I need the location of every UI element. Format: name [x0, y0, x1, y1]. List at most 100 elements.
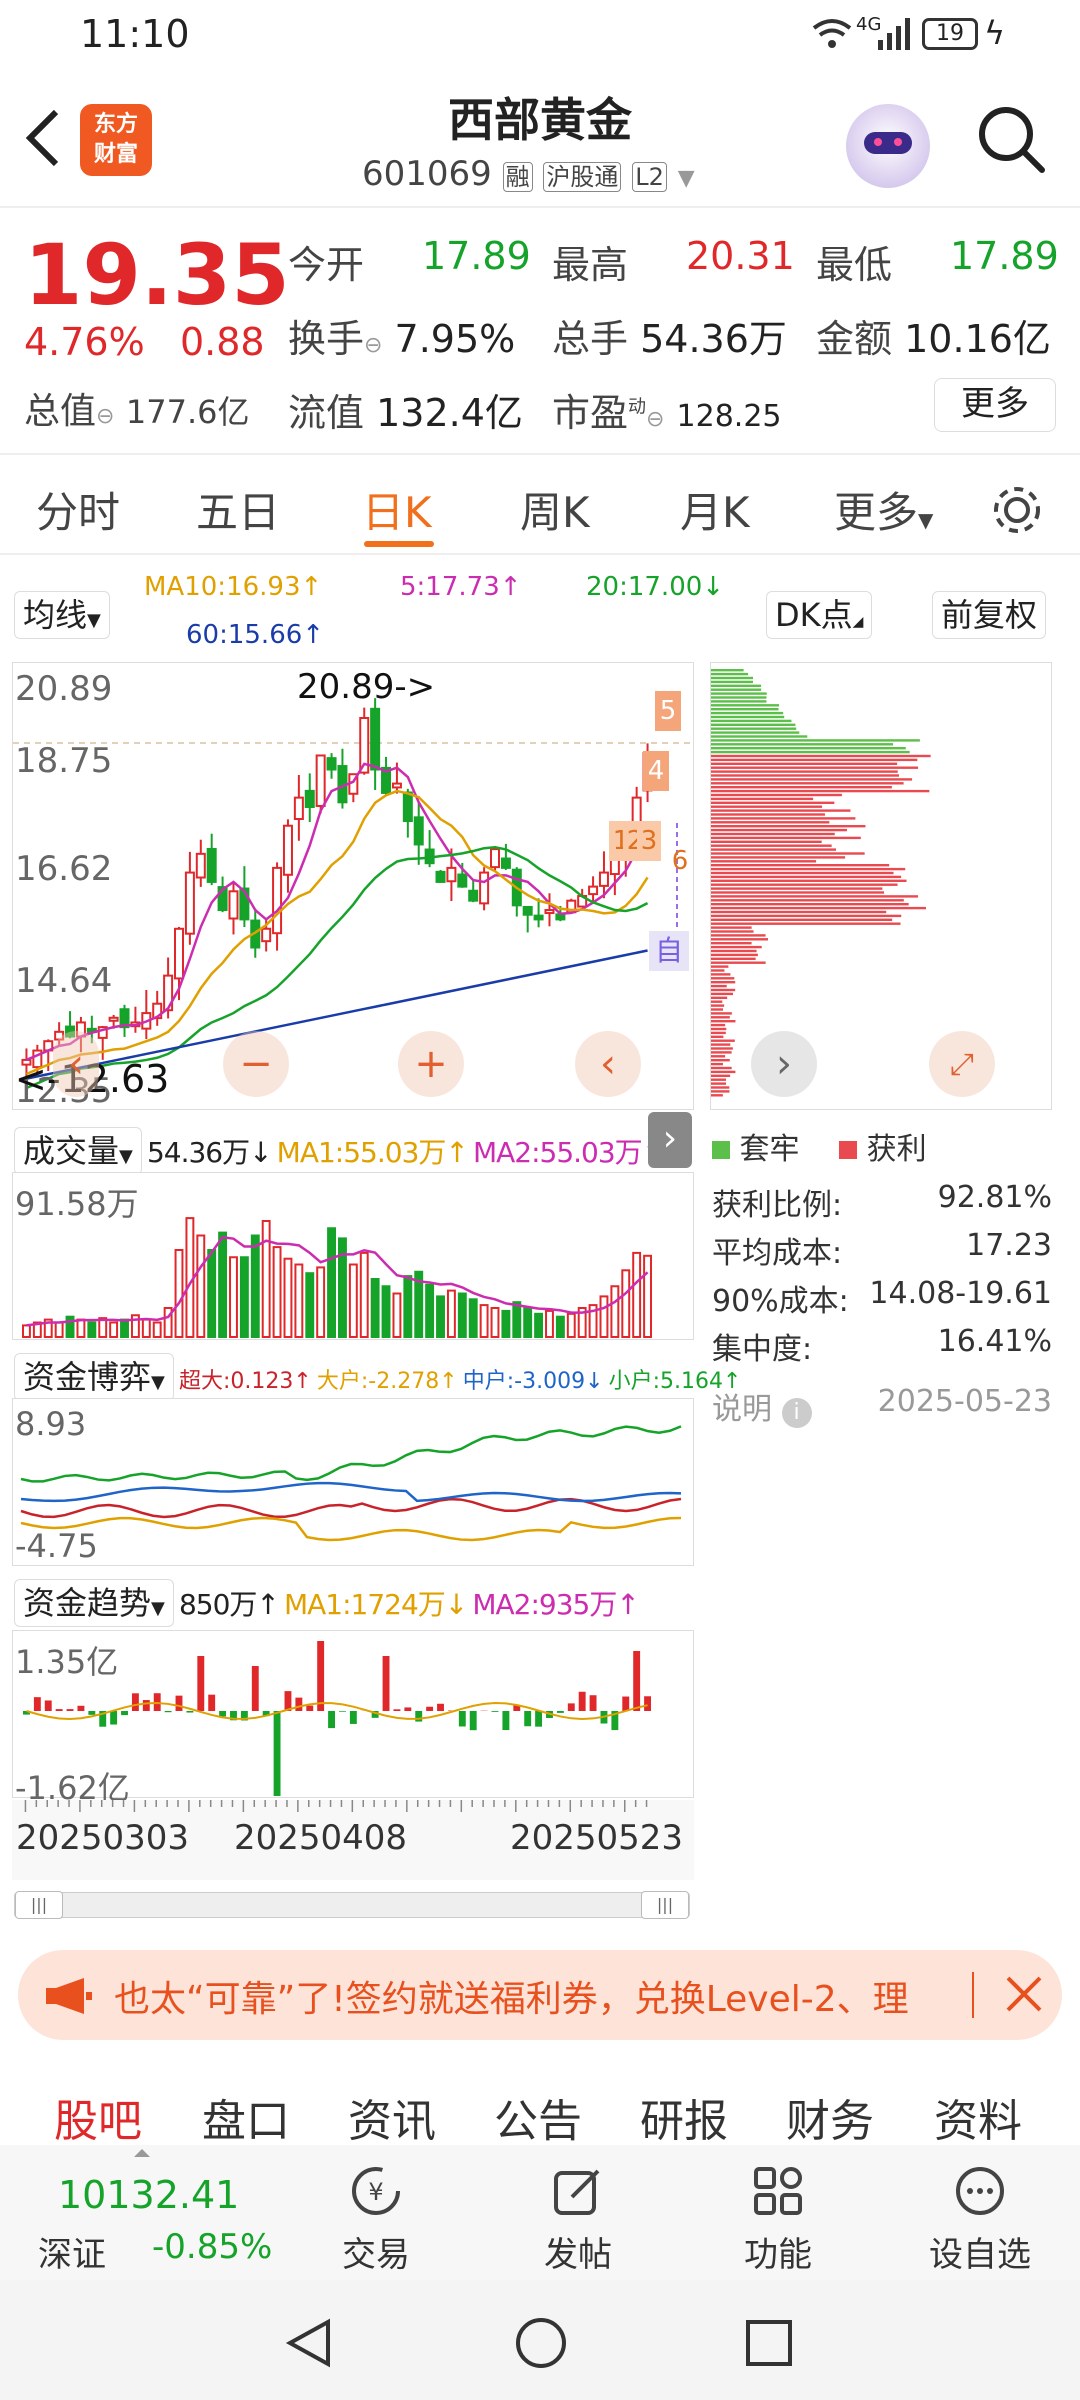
logo-line2: 财富	[93, 142, 138, 167]
volume-bar	[359, 1251, 369, 1338]
volume-bar	[457, 1292, 467, 1338]
dropdown-icon[interactable]: ▼	[678, 166, 695, 191]
expand-button[interactable]: ⤢	[929, 1031, 995, 1097]
volume-bar	[305, 1272, 315, 1338]
scroll-left-button[interactable]: ‹	[575, 1031, 641, 1097]
fund-game-button[interactable]: 资金博弈▼	[14, 1353, 174, 1401]
info-icon[interactable]: ⊖	[364, 333, 382, 358]
signal-badge-6[interactable]: 6	[669, 841, 691, 881]
chip-distribution-chart[interactable]: › ⤢	[710, 662, 1052, 1110]
trade-button[interactable]: ¥ 交易	[306, 2145, 446, 2280]
chip-bar	[711, 875, 902, 879]
tab-forum[interactable]: 股吧	[54, 2085, 142, 2149]
volume-bar	[501, 1309, 511, 1338]
chip-stat-label: 获利比例:	[712, 1188, 843, 1223]
ma-button[interactable]: 均线▼	[14, 591, 110, 639]
range-scrollbar[interactable]: ||| |||	[14, 1891, 690, 1919]
amount-label: 金额	[816, 317, 893, 361]
volume-indicator-button[interactable]: 成交量▼	[14, 1127, 142, 1175]
fund-game-y-min: -4.75	[15, 1527, 98, 1565]
fund-trend-bar	[426, 1706, 434, 1711]
chip-next-button[interactable]: ›	[751, 1031, 817, 1097]
chip-bar	[711, 774, 900, 777]
chip-stat-row: 平均成本: 17.23	[712, 1228, 1052, 1272]
quote-panel: 19.35 4.76% 0.88 总值⊖ 177.6亿 今开 17.89 最高 …	[0, 210, 1080, 455]
index-ticker[interactable]: 10132.41 深证 -0.85%	[0, 2145, 300, 2280]
range-handle-left[interactable]: |||	[15, 1891, 63, 1919]
fund-trend-bar	[251, 1666, 259, 1711]
tab-research[interactable]: 研报	[640, 2085, 728, 2149]
volume-bar	[632, 1251, 642, 1338]
close-icon[interactable]	[1004, 1974, 1044, 2014]
tab-weekly-k[interactable]: 周K	[520, 479, 590, 540]
candle-body	[479, 871, 490, 905]
fund-trend-bar	[328, 1711, 335, 1729]
ma-selector[interactable]: 均线▼	[14, 590, 110, 639]
chevron-left-icon: ‹	[600, 1041, 616, 1087]
nav-recents-icon[interactable]	[744, 2318, 794, 2368]
bottom-dock: 10132.41 深证 -0.85% ¥ 交易 发帖 功能 设自选	[0, 2145, 1080, 2280]
dk-selector[interactable]: DK点◢	[766, 590, 873, 639]
scroll-start-button[interactable]: ‹	[53, 1031, 99, 1097]
more-button[interactable]: 更多	[934, 378, 1056, 432]
volume-bar	[109, 1321, 119, 1338]
candle-body	[326, 757, 337, 771]
nav-back-icon[interactable]	[284, 2318, 334, 2368]
candle-body	[261, 927, 272, 943]
gear-icon[interactable]	[990, 483, 1044, 537]
search-icon[interactable]	[976, 104, 1048, 176]
chip-bar	[711, 1020, 736, 1023]
tab-news[interactable]: 资讯	[348, 2085, 436, 2149]
info-icon[interactable]: ⊖	[96, 404, 114, 429]
volume-chart[interactable]: 91.58万	[12, 1172, 694, 1340]
fund-game-y-max: 8.93	[15, 1405, 87, 1443]
zoom-out-button[interactable]: −	[223, 1031, 289, 1097]
signal-badge-4[interactable]: 4	[643, 751, 669, 791]
nav-home-icon[interactable]	[514, 2316, 568, 2370]
tab-intraday[interactable]: 分时	[36, 479, 120, 540]
fq-selector[interactable]: 前复权	[932, 590, 1047, 639]
fund-trend-current: 850万↑	[178, 1588, 280, 1621]
volume-bar	[272, 1246, 282, 1338]
index-value: 10132.41	[58, 2173, 240, 2217]
fund-trend-chart[interactable]: 1.35亿 -1.62亿	[12, 1630, 694, 1807]
fq-button[interactable]: 前复权	[932, 591, 1047, 639]
tab-monthly-k[interactable]: 月K	[680, 479, 750, 540]
tab-daily-k[interactable]: 日K	[362, 479, 432, 540]
signal-badge-3[interactable]: 3	[637, 821, 661, 861]
tab-financials[interactable]: 财务	[786, 2085, 874, 2149]
volume-bar	[381, 1285, 391, 1338]
market-cap-label: 总值	[24, 391, 97, 432]
volume-bar	[174, 1249, 184, 1338]
tab-orderbook[interactable]: 盘口	[202, 2085, 290, 2149]
kline-chart[interactable]: 20.89 18.75 16.62 14.64 12.35 20.89-> <-…	[12, 662, 695, 1111]
tab-more[interactable]: 更多▼	[834, 479, 933, 540]
volume-bar	[250, 1234, 260, 1338]
fund-trend-bar	[437, 1703, 444, 1711]
add-watchlist-button[interactable]: 设自选	[910, 2145, 1050, 2280]
dk-button[interactable]: DK点◢	[766, 591, 873, 639]
functions-button[interactable]: 功能	[708, 2145, 848, 2280]
self-select-badge[interactable]: 自	[649, 931, 689, 971]
expand-indicator-button[interactable]: ›	[648, 1112, 692, 1168]
date-end: 20250523	[510, 1818, 684, 1858]
range-handle-right[interactable]: |||	[641, 1891, 689, 1919]
chip-bar	[711, 899, 904, 902]
volume-ma2: MA2:55.03万↑	[472, 1136, 665, 1169]
tab-announcements[interactable]: 公告	[494, 2085, 582, 2149]
signal-badge-5[interactable]: 5	[655, 691, 681, 731]
volume-bar	[229, 1256, 238, 1338]
tab-five-day[interactable]: 五日	[196, 479, 280, 540]
promo-banner[interactable]: 也太“可靠”了!签约就送福利券，兑换Level-2、理	[18, 1950, 1062, 2040]
back-icon[interactable]	[22, 108, 62, 168]
zoom-in-button[interactable]: +	[398, 1031, 464, 1097]
post-button[interactable]: 发帖	[508, 2145, 648, 2280]
tab-profile[interactable]: 资料	[934, 2085, 1022, 2149]
fund-game-chart[interactable]: 8.93 -4.75	[12, 1398, 694, 1566]
info-icon[interactable]: i	[781, 1398, 812, 1428]
more-dots-icon	[956, 2167, 1004, 2215]
info-icon[interactable]: ⊖	[646, 407, 664, 432]
fund-trend-button[interactable]: 资金趋势▼	[14, 1579, 174, 1627]
open-label: 今开	[288, 243, 365, 287]
robot-assistant-icon[interactable]	[846, 104, 930, 188]
